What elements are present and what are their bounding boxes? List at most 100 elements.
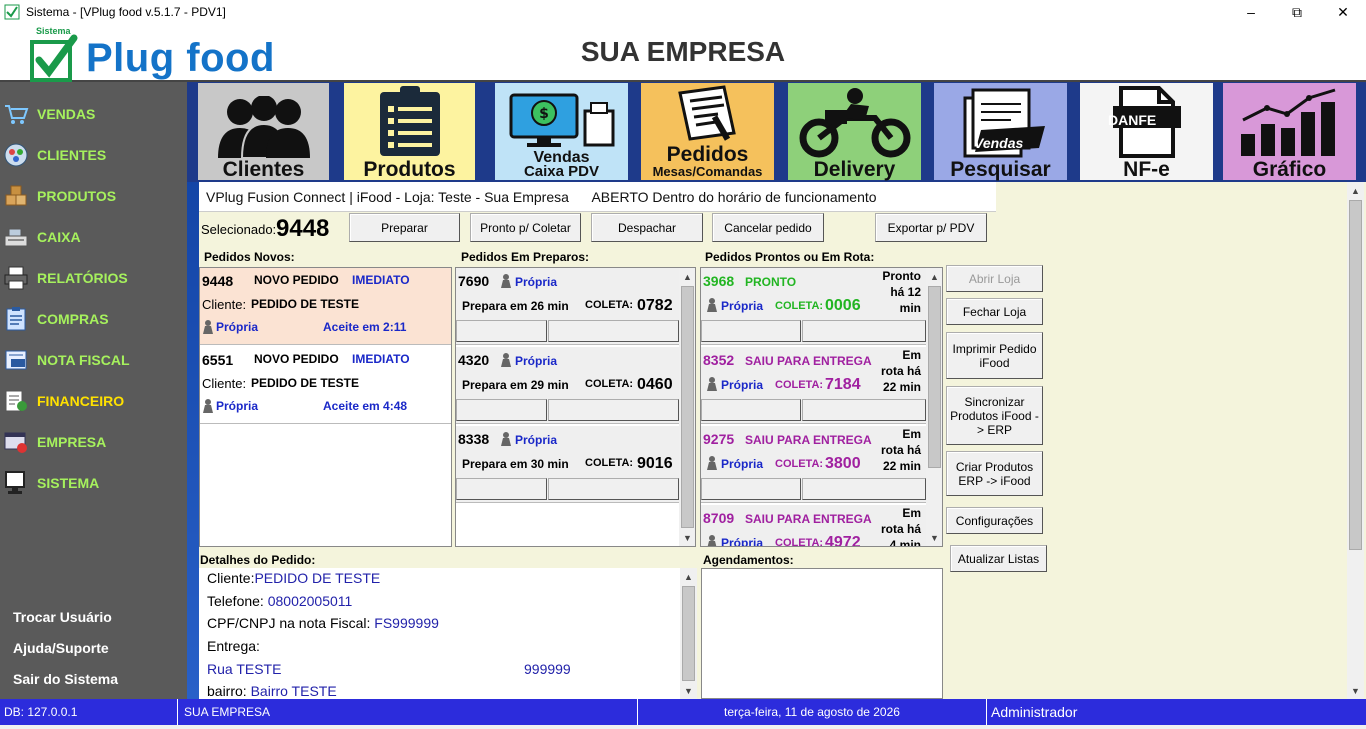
card-action-button[interactable] bbox=[548, 478, 679, 500]
cancelar-pedido-button[interactable]: Cancelar pedido bbox=[712, 213, 824, 242]
sidebar-item-compras[interactable]: COMPRAS bbox=[0, 298, 187, 339]
sair-sistema-link[interactable]: Sair do Sistema bbox=[13, 671, 118, 687]
ajuda-suporte-link[interactable]: Ajuda/Suporte bbox=[13, 640, 109, 656]
list-item[interactable]: 9448 NOVO PEDIDO IMEDIATO Cliente: PEDID… bbox=[200, 268, 451, 345]
despachar-button[interactable]: Despachar bbox=[591, 213, 703, 242]
sidebar-item-nota-fiscal[interactable]: NOTA FISCAL bbox=[0, 339, 187, 380]
exportar-pdv-button[interactable]: Exportar p/ PDV bbox=[875, 213, 987, 242]
sidebar-item-produtos[interactable]: PRODUTOS bbox=[0, 175, 187, 216]
courier-icon bbox=[707, 456, 717, 470]
list-item[interactable]: 6551 NOVO PEDIDO IMEDIATO Cliente: PEDID… bbox=[200, 347, 451, 424]
list-item[interactable]: 7690 Própria Prepara em 26 min COLETA: 0… bbox=[456, 268, 680, 345]
abrir-loja-button[interactable]: Abrir Loja bbox=[946, 265, 1043, 292]
status-data: terça-feira, 11 de agosto de 2026 bbox=[638, 699, 987, 725]
selected-label: Selecionado: bbox=[201, 222, 277, 237]
courier-icon bbox=[501, 432, 511, 446]
store-info-text: VPlug Fusion Connect | iFood - Loja: Tes… bbox=[206, 189, 877, 205]
card-action-button[interactable] bbox=[456, 320, 547, 342]
tile-produtos-label: Produtos bbox=[363, 158, 456, 181]
preparo-scrollbar[interactable]: ▲ ▼ bbox=[679, 268, 695, 546]
detalhe-cliente: PEDIDO DE TESTE bbox=[254, 570, 381, 586]
preparar-button[interactable]: Preparar bbox=[349, 213, 460, 242]
list-item[interactable]: 9275 SAIU PARA ENTREGA Em rota há 22 min… bbox=[701, 426, 927, 503]
tile-nfe[interactable]: DANFE NF-e bbox=[1080, 83, 1213, 180]
tile-vendas-pdv[interactable]: $ Vendas Caixa PDV bbox=[495, 83, 628, 180]
courier-icon bbox=[203, 320, 213, 334]
card-action-button[interactable] bbox=[701, 478, 801, 500]
criar-produtos-button[interactable]: Criar Produtos ERP -> iFood bbox=[946, 451, 1043, 496]
card-action-button[interactable] bbox=[456, 478, 547, 500]
tile-clientes[interactable]: Clientes bbox=[198, 83, 329, 180]
selected-order-number: 9448 bbox=[276, 215, 330, 242]
imprimir-pedido-button[interactable]: Imprimir Pedido iFood bbox=[946, 332, 1043, 379]
window-title: Sistema - [VPlug food v.5.1.7 - PDV1] bbox=[26, 5, 226, 19]
atualizar-listas-button[interactable]: Atualizar Listas bbox=[950, 545, 1047, 572]
list-item[interactable]: 8352 SAIU PARA ENTREGA Em rota há 22 min… bbox=[701, 347, 927, 424]
main-scrollbar[interactable]: ▲ ▼ bbox=[1347, 182, 1364, 699]
tile-pedidos-label: Pedidos bbox=[666, 143, 749, 166]
sidebar-item-relatorios[interactable]: RELATÓRIOS bbox=[0, 257, 187, 298]
status-empresa: SUA EMPRESA bbox=[178, 699, 638, 725]
pedidos-novos-list[interactable]: 9448 NOVO PEDIDO IMEDIATO Cliente: PEDID… bbox=[199, 267, 452, 547]
card-action-button[interactable] bbox=[802, 320, 926, 342]
finance-icon bbox=[5, 390, 27, 411]
prontos-scrollbar[interactable]: ▲ ▼ bbox=[926, 268, 942, 546]
pronto-coletar-button[interactable]: Pronto p/ Coletar bbox=[470, 213, 581, 242]
sidebar-item-vendas[interactable]: VENDAS bbox=[0, 93, 187, 134]
people-icon bbox=[217, 96, 310, 158]
card-action-button[interactable] bbox=[701, 320, 801, 342]
cart-icon bbox=[5, 104, 29, 124]
restore-button[interactable]: ⧉ bbox=[1274, 0, 1320, 24]
motorcycle-icon bbox=[799, 88, 910, 158]
fechar-loja-button[interactable]: Fechar Loja bbox=[946, 298, 1043, 325]
card-action-button[interactable] bbox=[548, 399, 679, 421]
detalhes-pedido-box[interactable]: Cliente:PEDIDO DE TESTE Telefone: 080020… bbox=[199, 568, 697, 699]
minimize-button[interactable]: – bbox=[1228, 0, 1274, 24]
detalhe-bairro: Bairro TESTE bbox=[250, 683, 337, 699]
tile-pedidos[interactable]: Pedidos Mesas/Comandas bbox=[641, 83, 774, 180]
courier-icon bbox=[203, 399, 213, 413]
detalhe-cpf: FS999999 bbox=[374, 615, 439, 631]
close-button[interactable]: ✕ bbox=[1320, 0, 1366, 24]
detalhes-scrollbar[interactable]: ▲ ▼ bbox=[680, 568, 697, 699]
status-usuario: Administrador bbox=[991, 704, 1078, 720]
list-item[interactable]: 4320 Própria Prepara em 29 min COLETA: 0… bbox=[456, 347, 680, 424]
tile-mesas-label: Mesas/Comandas bbox=[652, 164, 763, 179]
status-bar: DB: 127.0.0.1 SUA EMPRESA terça-feira, 1… bbox=[0, 699, 1366, 725]
bar-growth-icon bbox=[1240, 88, 1335, 156]
tile-pesquisar-label: Pesquisar bbox=[950, 158, 1051, 181]
tile-pesquisar[interactable]: Vendas Pesquisar bbox=[934, 83, 1067, 180]
sidebar-item-empresa[interactable]: EMPRESA bbox=[0, 421, 187, 462]
pedidos-prontos-list[interactable]: 3968 PRONTO Pronto há 12 min Própria COL… bbox=[700, 267, 943, 547]
sidebar-item-clientes[interactable]: CLIENTES bbox=[0, 134, 187, 175]
tile-delivery[interactable]: Delivery bbox=[788, 83, 921, 180]
tile-caixa-pdv-label: Caixa PDV bbox=[523, 163, 600, 180]
sidebar-item-financeiro[interactable]: FINANCEIRO bbox=[0, 380, 187, 421]
pedidos-prontos-header: Pedidos Prontos ou Em Rota: bbox=[705, 250, 875, 264]
card-action-button[interactable] bbox=[548, 320, 679, 342]
agendamentos-header: Agendamentos: bbox=[703, 553, 794, 567]
sidebar-item-sistema[interactable]: SISTEMA bbox=[0, 462, 187, 503]
agendamentos-box[interactable] bbox=[701, 568, 943, 699]
pedidos-preparo-list[interactable]: 7690 Própria Prepara em 26 min COLETA: 0… bbox=[455, 267, 696, 547]
tile-grafico[interactable]: Gráfico bbox=[1223, 83, 1356, 180]
trocar-usuario-link[interactable]: Trocar Usuário bbox=[13, 609, 112, 625]
list-item[interactable]: 3968 PRONTO Pronto há 12 min Própria COL… bbox=[701, 268, 927, 345]
configuracoes-button[interactable]: Configurações bbox=[946, 507, 1043, 534]
company-title: SUA EMPRESA bbox=[580, 36, 786, 67]
tile-produtos[interactable]: Produtos bbox=[344, 83, 475, 180]
sidebar-item-caixa[interactable]: CAIXA bbox=[0, 216, 187, 257]
card-action-button[interactable] bbox=[802, 399, 926, 421]
order-pad-icon bbox=[677, 85, 736, 141]
detalhes-header: Detalhes do Pedido: bbox=[200, 553, 316, 567]
card-action-button[interactable] bbox=[802, 478, 926, 500]
card-action-button[interactable] bbox=[456, 399, 547, 421]
status-db: DB: 127.0.0.1 bbox=[0, 699, 178, 725]
list-item[interactable]: 8709 SAIU PARA ENTREGA Em rota há 4 min … bbox=[701, 505, 927, 546]
list-item[interactable]: 8338 Própria Prepara em 30 min COLETA: 9… bbox=[456, 426, 680, 503]
tile-nfe-label: NF-e bbox=[1123, 158, 1170, 181]
sincronizar-produtos-button[interactable]: Sincronizar Produtos iFood -> ERP bbox=[946, 386, 1043, 445]
detalhe-telefone: 08002005011 bbox=[267, 593, 353, 609]
detalhe-rua: Rua TESTE bbox=[207, 661, 282, 677]
card-action-button[interactable] bbox=[701, 399, 801, 421]
